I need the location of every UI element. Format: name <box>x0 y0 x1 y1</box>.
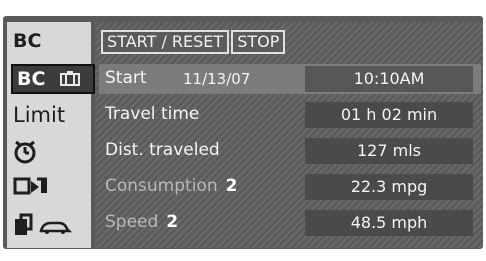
row-label: Speed 2 <box>105 212 178 232</box>
speed-number: 2 <box>166 212 179 232</box>
travel-time-value: 01 h 02 min <box>305 102 473 128</box>
sidebar-title: BC <box>13 26 91 56</box>
consumption-label: Consumption <box>105 176 218 196</box>
consumption-number: 2 <box>225 176 238 196</box>
row-distance[interactable]: Dist. traveled 127 mls <box>99 136 481 166</box>
door-car-icon <box>13 213 73 237</box>
stopwatch-icon <box>13 138 37 164</box>
distance-value: 127 mls <box>305 138 473 164</box>
start-time-value: 10:10AM <box>305 66 473 92</box>
consumption-value: 22.3 mpg <box>305 174 473 200</box>
row-speed[interactable]: Speed 2 48.5 mph <box>99 208 481 238</box>
stop-button[interactable]: STOP <box>231 30 286 54</box>
row-start[interactable]: Start 11/13/07 10:10AM <box>99 64 481 94</box>
sidebar-item-label: BC <box>17 67 46 90</box>
sidebar-item-stopwatch[interactable] <box>13 136 91 166</box>
main-panel: START / RESET STOP Start 11/13/07 10:10A… <box>95 22 483 248</box>
row-label: Travel time <box>105 104 200 124</box>
sidebar-item-bc[interactable]: BC <box>11 64 95 94</box>
speed-value: 48.5 mph <box>305 210 473 236</box>
row-label: Consumption 2 <box>105 176 237 196</box>
sidebar-item-limit[interactable]: Limit <box>13 100 91 130</box>
row-travel-time[interactable]: Travel time 01 h 02 min <box>99 100 481 130</box>
bc-display-icon <box>59 71 81 87</box>
toolbar: START / RESET STOP <box>101 30 287 54</box>
sidebar: BC BC Limit <box>7 22 95 248</box>
sidebar-title-label: BC <box>13 29 42 52</box>
row-label: Dist. traveled <box>105 140 220 160</box>
speed-label: Speed <box>105 212 159 232</box>
sidebar-item-door-car[interactable] <box>13 210 91 240</box>
start-date: 11/13/07 <box>183 70 251 88</box>
start-reset-button[interactable]: START / RESET <box>101 30 230 54</box>
sidebar-item-arrow[interactable] <box>13 172 91 202</box>
row-consumption[interactable]: Consumption 2 22.3 mpg <box>99 172 481 202</box>
row-label: Start <box>105 68 147 88</box>
sidebar-item-label: Limit <box>13 102 66 127</box>
arrow-box-icon <box>13 177 51 197</box>
bc-screen: BC BC Limit START / RESET STOP Start 11/… <box>3 16 483 249</box>
